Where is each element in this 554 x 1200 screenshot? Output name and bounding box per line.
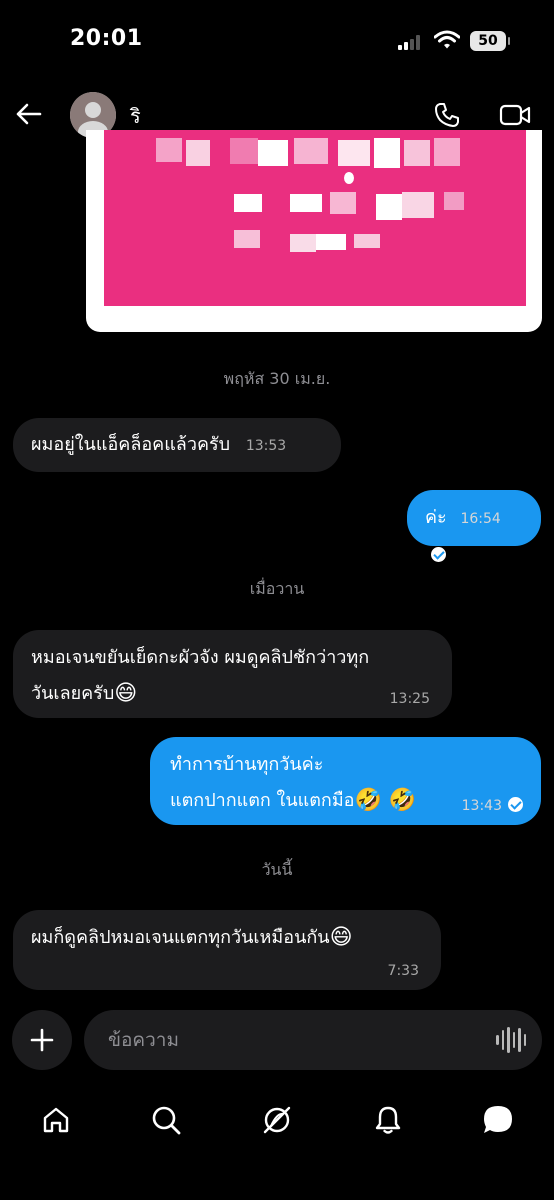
message-time: 7:33 [387, 963, 419, 979]
message-incoming[interactable]: หมอเจนขยันเย็ดกะผัวจัง ผมดูคลิปชักว่าวทุ… [13, 630, 452, 718]
home-icon [43, 1107, 69, 1133]
nav-notifications[interactable] [368, 1100, 408, 1140]
message-incoming[interactable]: ผมอยู่ในแอ็คล็อคแล้วครับ 13:53 [13, 418, 341, 472]
nav-explore[interactable] [257, 1100, 297, 1140]
nav-home[interactable] [36, 1100, 76, 1140]
video-call-icon [499, 104, 531, 126]
message-time: 16:54 [460, 511, 501, 527]
voice-message-button[interactable] [496, 1026, 526, 1054]
battery-indicator: 50 [470, 31, 510, 51]
date-separator-yesterday: เมื่อวาน [249, 579, 305, 598]
video-call-button[interactable] [496, 98, 534, 132]
grinning-emoji: 😄 [114, 681, 138, 706]
message-time: 13:25 [389, 691, 430, 707]
nav-messages[interactable] [478, 1100, 518, 1140]
explore-icon [263, 1106, 291, 1134]
voice-call-button[interactable] [430, 98, 464, 132]
message-input[interactable] [84, 1010, 542, 1070]
message-text: ผมก็ดูคลิปหมอเจนแตกทุกวันเหมือนกัน [31, 927, 330, 948]
grinning-emoji: 😄 [329, 925, 353, 950]
phone-icon [435, 103, 459, 127]
date-separator-thursday: พฤหัส 30 เม.ย. [223, 369, 331, 388]
bell-icon [375, 1106, 401, 1134]
message-outgoing[interactable]: ค่ะ 16:54 [407, 490, 541, 562]
message-text-line2: แตกปากแตก ในแตกมือ [170, 790, 355, 811]
message-time: 13:53 [245, 438, 287, 454]
message-text-line2: วันเลยครับ [31, 683, 115, 704]
contact-name[interactable]: ริ [130, 100, 141, 132]
search-icon [152, 1106, 181, 1135]
nav-search[interactable] [146, 1100, 186, 1140]
status-bar: 20:01 50 [0, 0, 554, 80]
back-button[interactable] [12, 98, 44, 130]
message-outgoing[interactable]: ทำการบ้านทุกวันค่ะ แตกปากแตก ในแตกมือ🤣 🤣… [150, 737, 541, 825]
message-text: ผมอยู่ในแอ็คล็อคแล้วครับ [31, 434, 231, 455]
shared-image-censored [104, 130, 526, 306]
message-text: ค่ะ [425, 507, 447, 528]
read-check-icon [431, 546, 446, 562]
plus-icon [30, 1028, 54, 1052]
back-arrow-icon [16, 103, 42, 125]
message-composer [0, 1010, 554, 1074]
status-time: 20:01 [70, 26, 143, 51]
wifi-icon [434, 30, 460, 49]
add-attachment-button[interactable] [12, 1010, 72, 1070]
message-text-line1: ทำการบ้านทุกวันค่ะ [170, 754, 324, 775]
message-text-line1: หมอเจนขยันเย็ดกะผัวจัง ผมดูคลิปชักว่าวทุ… [31, 647, 370, 668]
message-time: 13:43 [461, 798, 502, 814]
rofl-emoji: 🤣 🤣 [354, 788, 417, 813]
shared-image-message[interactable] [86, 130, 542, 332]
read-check-icon [508, 796, 523, 812]
date-separator-today: วันนี้ [261, 860, 293, 879]
chat-icon [484, 1106, 512, 1133]
message-incoming[interactable]: ผมก็ดูคลิปหมอเจนแตกทุกวันเหมือนกัน😄 7:33 [13, 910, 441, 990]
cellular-signal-icon [398, 34, 424, 50]
bottom-navigation [0, 1090, 554, 1150]
